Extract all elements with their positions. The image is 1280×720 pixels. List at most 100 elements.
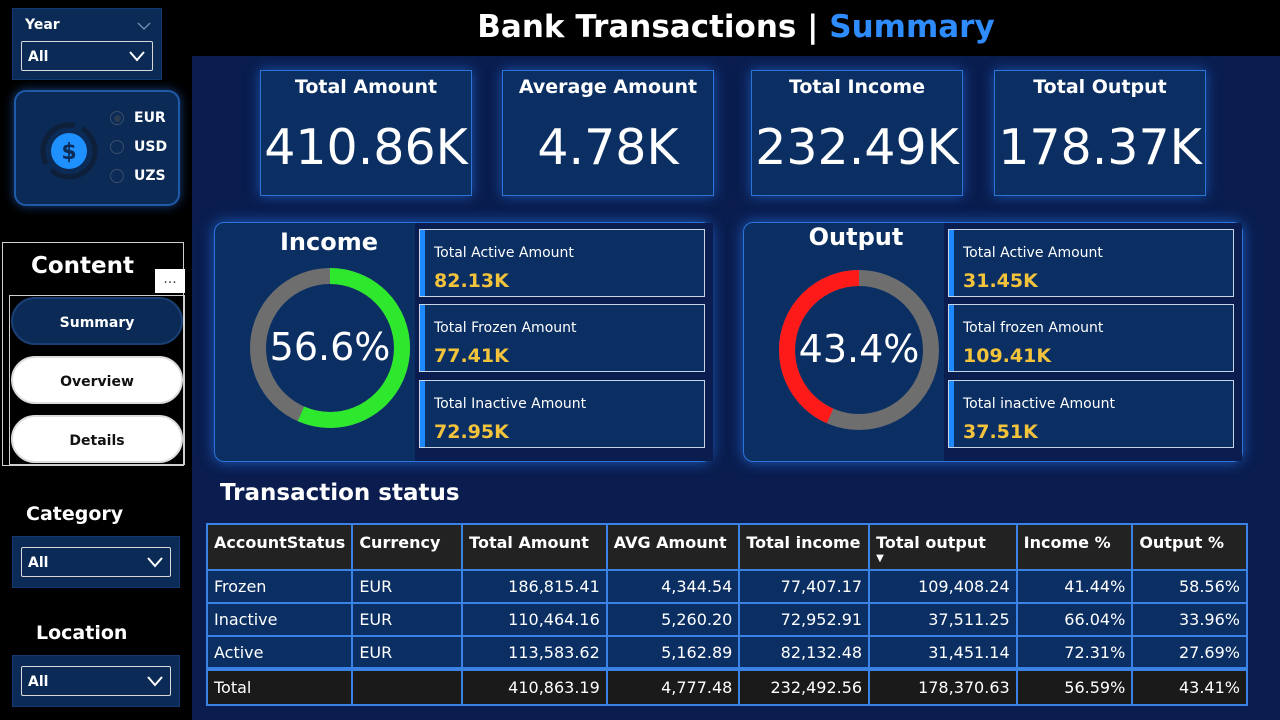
sort-descending-icon: ▼ — [876, 553, 884, 564]
column-header[interactable]: Currency — [351, 523, 464, 571]
svg-text:$: $ — [61, 140, 76, 165]
currency-option-eur[interactable]: EUR — [110, 108, 166, 128]
table-cell — [351, 667, 464, 706]
table-cell: 72.31% — [1015, 635, 1134, 670]
column-header-sorted[interactable]: Total output ▼ — [868, 523, 1018, 571]
content-navigation: Content ... Summary Overview Details — [2, 242, 185, 466]
dollar-coin-icon: $ — [40, 122, 98, 180]
location-label: Location — [36, 622, 128, 644]
table-cell: 56.59% — [1015, 667, 1134, 706]
radio-icon — [110, 140, 124, 154]
nav-details-button[interactable]: Details — [11, 415, 183, 463]
location-dropdown[interactable]: All — [21, 666, 171, 696]
chevron-down-icon — [147, 676, 163, 687]
column-header[interactable]: AVG Amount — [605, 523, 741, 571]
table-cell: 4,344.54 — [605, 569, 741, 604]
accent-bar — [420, 381, 425, 447]
table-cell: 37,511.25 — [868, 602, 1018, 637]
column-header[interactable]: Output % — [1131, 523, 1248, 571]
table-row[interactable]: Frozen EUR 186,815.41 4,344.54 77,407.17… — [205, 569, 1248, 604]
nav-overview-button[interactable]: Overview — [11, 356, 183, 404]
output-panel: Output 43.4% Total Active Amount 31.45K … — [743, 222, 1243, 462]
accent-bar — [949, 305, 954, 371]
table-cell: Frozen — [205, 569, 354, 604]
table-cell: 410,863.19 — [461, 667, 608, 706]
table-cell: Inactive — [205, 602, 354, 637]
kpi-average-amount: Average Amount 4.78K — [502, 70, 714, 196]
card-value: 31.45K — [963, 270, 1038, 292]
accent-bar — [420, 230, 425, 296]
table-total-row: Total 410,863.19 4,777.48 232,492.56 178… — [205, 667, 1248, 706]
radio-selected-icon — [110, 111, 124, 125]
income-inactive-card: Total Inactive Amount 72.95K — [419, 380, 705, 448]
column-header[interactable]: Total income — [738, 523, 871, 571]
currency-option-usd[interactable]: USD — [110, 137, 167, 157]
income-panel: Income 56.6% Total Active Amount 82.13K … — [214, 222, 713, 462]
year-label: Year — [25, 17, 60, 33]
table-cell: EUR — [351, 569, 464, 604]
kpi-value: 410.86K — [264, 119, 468, 176]
year-slicer: Year All — [12, 8, 162, 80]
card-label: Total Active Amount — [434, 245, 574, 261]
table-cell: 77,407.17 — [738, 569, 871, 604]
income-breakdown: Total Active Amount 82.13K Total Frozen … — [415, 223, 713, 461]
table-cell: 232,492.56 — [738, 667, 871, 706]
table-cell: Total — [205, 667, 354, 706]
currency-option-uzs[interactable]: UZS — [110, 166, 166, 186]
table-cell: 72,952.91 — [738, 602, 871, 637]
category-dropdown-value: All — [28, 555, 49, 571]
column-header[interactable]: AccountStatus — [205, 523, 354, 571]
output-title: Output — [808, 223, 904, 251]
currency-option-label: EUR — [134, 110, 166, 126]
table-cell: EUR — [351, 635, 464, 670]
radio-icon — [110, 169, 124, 183]
currency-option-label: UZS — [134, 168, 166, 184]
table-cell: 58.56% — [1131, 569, 1248, 604]
kpi-label: Total Amount — [294, 76, 438, 98]
table-cell: 109,408.24 — [868, 569, 1018, 604]
category-slicer: All — [12, 536, 180, 588]
table-cell: Active — [205, 635, 354, 670]
kpi-value: 4.78K — [537, 119, 679, 176]
income-percent: 56.6% — [269, 325, 391, 369]
sidebar: Year All $ EUR USD UZS Content ... Summa… — [0, 0, 192, 720]
table-cell: 4,777.48 — [605, 667, 741, 706]
column-header[interactable]: Total Amount — [461, 523, 608, 571]
currency-option-label: USD — [134, 139, 168, 155]
income-frozen-card: Total Frozen Amount 77.41K — [419, 304, 705, 372]
table-cell: 5,162.89 — [605, 635, 741, 670]
output-frozen-card: Total frozen Amount 109.41K — [948, 304, 1234, 372]
content-title: Content — [31, 253, 135, 279]
card-value: 109.41K — [963, 345, 1052, 367]
page-title: Bank Transactions | Summary — [192, 0, 1280, 56]
table-row[interactable]: Active EUR 113,583.62 5,162.89 82,132.48… — [205, 635, 1248, 670]
kpi-label: Average Amount — [518, 76, 698, 98]
column-header[interactable]: Income % — [1015, 523, 1134, 571]
card-label: Total frozen Amount — [963, 320, 1104, 336]
table-cell: 110,464.16 — [461, 602, 608, 637]
chevron-down-icon[interactable] — [137, 21, 151, 31]
income-title: Income — [279, 228, 378, 256]
card-label: Total Active Amount — [963, 245, 1103, 261]
card-label: Total Frozen Amount — [434, 320, 577, 336]
table-cell: 186,815.41 — [461, 569, 608, 604]
table-cell: 33.96% — [1131, 602, 1248, 637]
transaction-status-table: AccountStatus Currency Total Amount AVG … — [205, 523, 1248, 706]
card-value: 72.95K — [434, 421, 509, 443]
nav-summary-button[interactable]: Summary — [11, 297, 183, 345]
table-cell: 66.04% — [1015, 602, 1134, 637]
more-options-button[interactable]: ... — [155, 269, 185, 293]
location-slicer: All — [12, 655, 180, 707]
table-cell: 82,132.48 — [738, 635, 871, 670]
accent-bar — [949, 230, 954, 296]
output-active-card: Total Active Amount 31.45K — [948, 229, 1234, 297]
page-title-main: Bank Transactions | — [477, 9, 830, 45]
kpi-label: Total Income — [788, 76, 926, 98]
category-dropdown[interactable]: All — [21, 547, 171, 577]
table-row[interactable]: Inactive EUR 110,464.16 5,260.20 72,952.… — [205, 602, 1248, 637]
table-header-row: AccountStatus Currency Total Amount AVG … — [205, 523, 1248, 571]
chevron-down-icon — [147, 557, 163, 568]
accent-bar — [949, 381, 954, 447]
year-dropdown[interactable]: All — [21, 41, 153, 71]
card-value: 82.13K — [434, 270, 509, 292]
